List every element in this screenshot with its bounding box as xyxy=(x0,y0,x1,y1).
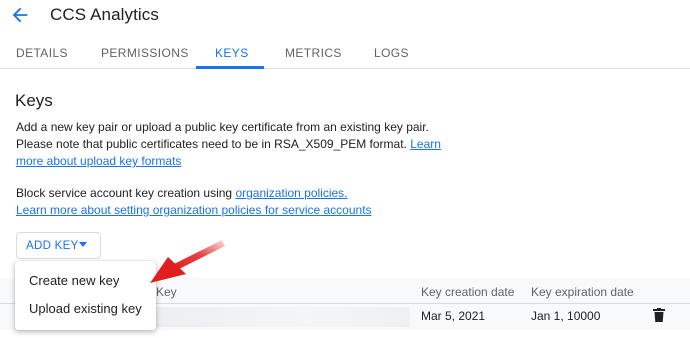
section-title: Keys xyxy=(15,91,53,110)
tab-bar: DETAILS PERMISSIONS KEYS METRICS LOGS xyxy=(0,36,690,69)
keys-description-text: Add a new key pair or upload a public ke… xyxy=(16,120,429,151)
tab-permissions[interactable]: PERMISSIONS xyxy=(101,36,189,69)
add-key-dropdown-menu: Create new key Upload existing key xyxy=(15,261,156,330)
key-expiration-date: Jan 1, 10000 xyxy=(531,309,601,323)
tab-logs[interactable]: LOGS xyxy=(374,36,409,69)
key-policy-description: Block service account key creation using… xyxy=(16,185,456,219)
keys-description: Add a new key pair or upload a public ke… xyxy=(16,119,456,170)
add-key-button[interactable]: ADD KEY xyxy=(16,232,101,259)
add-key-label: ADD KEY xyxy=(26,240,79,252)
tab-metrics[interactable]: METRICS xyxy=(285,36,342,69)
org-policies-learn-more-link[interactable]: Learn more about setting organization po… xyxy=(16,203,372,217)
arrow-back-icon[interactable] xyxy=(9,4,31,26)
key-policy-text: Block service account key creation using xyxy=(16,186,233,200)
column-header-key: Key xyxy=(156,285,177,299)
tab-details[interactable]: DETAILS xyxy=(16,36,68,69)
trash-icon[interactable] xyxy=(653,308,665,322)
menu-item-create-new-key[interactable]: Create new key xyxy=(15,267,156,295)
caret-down-icon xyxy=(79,242,87,247)
tab-keys[interactable]: KEYS xyxy=(215,36,249,69)
column-header-creation-date: Key creation date xyxy=(421,285,515,299)
organization-policies-link[interactable]: organization policies. xyxy=(235,186,347,200)
active-tab-indicator xyxy=(196,66,264,69)
menu-item-upload-existing-key[interactable]: Upload existing key xyxy=(15,295,156,323)
header-bar: CCS Analytics xyxy=(0,0,690,36)
key-creation-date: Mar 5, 2021 xyxy=(421,309,486,323)
page-title: CCS Analytics xyxy=(50,5,160,24)
column-header-expiration-date: Key expiration date xyxy=(531,285,634,299)
redacted-key-id xyxy=(150,307,410,327)
